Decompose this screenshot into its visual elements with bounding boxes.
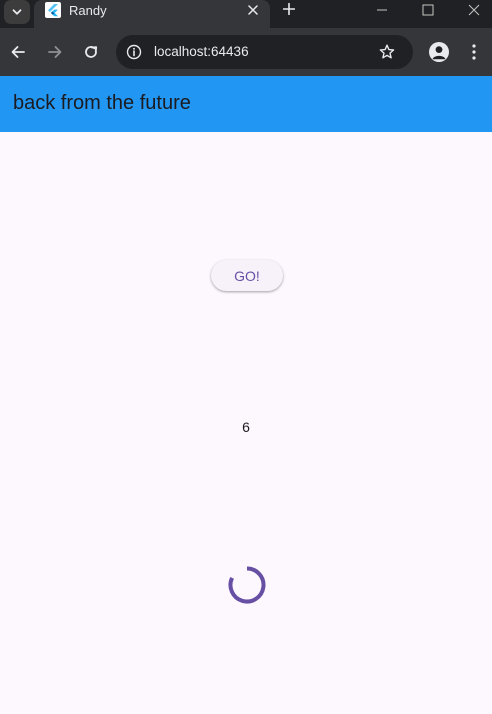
star-icon (379, 44, 395, 59)
browser-tab[interactable]: Randy (34, 0, 270, 28)
browser-menu-button[interactable] (466, 42, 482, 62)
minimize-icon (377, 9, 387, 11)
maximize-icon (422, 4, 434, 16)
arrow-right-icon (48, 46, 62, 58)
maximize-button[interactable] (413, 0, 443, 20)
close-icon (468, 4, 480, 16)
browser-toolbar: localhost:64436 (0, 28, 492, 76)
tab-close-button[interactable] (245, 2, 261, 18)
close-window-button[interactable] (459, 0, 489, 20)
app-bar-title: back from the future (13, 92, 191, 114)
chevron-down-icon (12, 9, 22, 15)
new-tab-button[interactable] (281, 1, 297, 17)
profile-avatar[interactable] (429, 42, 449, 62)
app-bar: back from the future (0, 76, 492, 132)
arrow-left-icon (11, 46, 25, 58)
info-icon (126, 44, 142, 60)
loading-spinner (228, 566, 266, 604)
browser-titlebar: Randy (0, 0, 492, 28)
close-icon (248, 5, 258, 15)
bookmark-button[interactable] (378, 43, 396, 61)
forward-button[interactable] (43, 40, 67, 64)
flutter-logo-icon (45, 2, 61, 18)
reload-icon (85, 46, 98, 58)
go-button[interactable]: GO! (211, 260, 283, 291)
person-icon (432, 46, 446, 60)
plus-icon (283, 3, 295, 15)
address-bar[interactable]: localhost:64436 (116, 35, 413, 69)
site-info-button[interactable] (124, 42, 144, 62)
minimize-button[interactable] (367, 0, 397, 20)
counter-value: 6 (242, 419, 250, 435)
more-vert-icon (472, 44, 476, 60)
back-button[interactable] (6, 40, 30, 64)
reload-button[interactable] (79, 40, 103, 64)
url-text: localhost:64436 (154, 44, 249, 59)
tab-list-button[interactable] (4, 0, 30, 24)
tab-title: Randy (69, 3, 107, 18)
